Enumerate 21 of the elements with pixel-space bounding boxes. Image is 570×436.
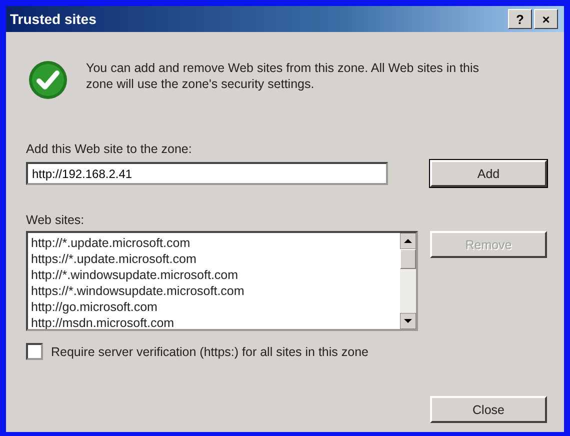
scroll-thumb[interactable] — [400, 249, 416, 269]
scroll-down-arrow-icon[interactable] — [400, 313, 416, 329]
site-list-item[interactable]: https://*.update.microsoft.com — [31, 251, 397, 267]
site-list-item[interactable]: http://*.windowsupdate.microsoft.com — [31, 267, 397, 283]
site-input-field[interactable]: http://192.168.2.41 — [26, 162, 388, 185]
help-button[interactable]: ? — [508, 9, 532, 29]
site-list-item[interactable]: https://*.windowsupdate.microsoft.com — [31, 283, 397, 299]
scrollbar[interactable] — [400, 233, 416, 329]
close-dialog-button[interactable]: Close — [430, 396, 547, 423]
intro-text: You can add and remove Web sites from this zone. All Web sites in this zone will use the zone's security settings. — [86, 60, 480, 92]
add-site-label: Add this Web site to the zone: — [26, 142, 193, 156]
close-button[interactable]: × — [534, 9, 558, 29]
site-list-item[interactable]: http://*.update.microsoft.com — [31, 235, 397, 251]
checkbox[interactable] — [26, 343, 43, 360]
window-title: Trusted sites — [10, 11, 96, 27]
checkbox-label: Require server verification (https:) for all sites in this zone — [51, 344, 368, 358]
site-list-item[interactable]: http://go.microsoft.com — [31, 299, 397, 315]
checkmark-icon — [28, 60, 68, 100]
add-button[interactable]: Add — [430, 160, 547, 187]
web-sites-label: Web sites: — [26, 213, 86, 227]
scroll-up-arrow-icon[interactable] — [400, 233, 416, 249]
